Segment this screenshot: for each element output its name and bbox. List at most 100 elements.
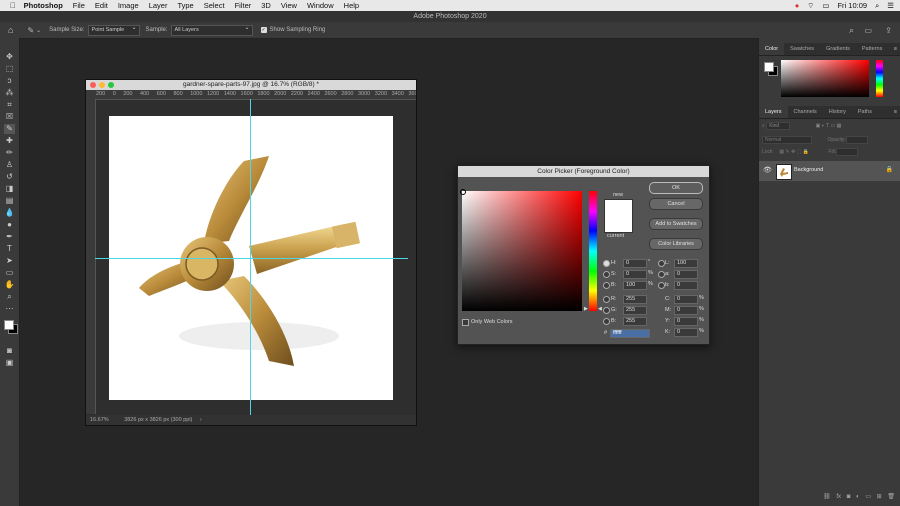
chevron-right-icon[interactable]: › [200, 417, 202, 423]
crop-tool-icon[interactable]: ⌗ [4, 100, 15, 110]
battery-icon[interactable]: ▭ [822, 1, 829, 10]
show-ring-checkbox[interactable]: ✓ [260, 27, 267, 33]
layer-lock-icon[interactable]: 🔒 [886, 166, 893, 173]
workspace-icon[interactable]: ▭ [864, 26, 872, 35]
delete-layer-icon[interactable]: 🗑 [887, 494, 895, 500]
minimize-dot[interactable] [99, 82, 105, 88]
menu-window[interactable]: Window [307, 1, 334, 10]
search-icon[interactable]: ⌕ [849, 25, 854, 36]
color-field-cursor[interactable] [460, 189, 466, 195]
guide-horizontal[interactable] [95, 258, 408, 259]
visibility-eye-icon[interactable]: 👁 [763, 166, 772, 174]
blue-field[interactable]: 255 [623, 317, 647, 326]
healing-tool-icon[interactable]: ✚ [4, 136, 15, 146]
screen-mode-icon[interactable]: ▣ [4, 358, 15, 368]
chevron-down-icon[interactable]: ⌄ [36, 27, 41, 34]
blur-tool-icon[interactable]: 💧 [4, 208, 15, 218]
lasso-tool-icon[interactable]: ↄ [4, 76, 15, 86]
a-radio[interactable] [658, 271, 665, 278]
filter-pixel-icon[interactable]: ▣ [816, 123, 821, 129]
eyedropper-tool-preset-icon[interactable]: ✎ [27, 26, 34, 35]
spotlight-icon[interactable]: ⌕ [875, 1, 879, 11]
cancel-button[interactable]: Cancel [649, 198, 703, 210]
c-field[interactable]: 0 [674, 295, 698, 304]
layer-row-background[interactable]: 👁 Background 🔒 [759, 161, 900, 181]
frame-tool-icon[interactable]: ☒ [4, 112, 15, 122]
sample-size-select[interactable]: Point Sample [87, 24, 140, 36]
type-tool-icon[interactable]: T [4, 244, 15, 254]
g-field[interactable]: 255 [623, 306, 647, 315]
add-to-swatches-button[interactable]: Add to Swatches [649, 218, 703, 230]
tab-gradients[interactable]: Gradients [820, 43, 856, 55]
y-field[interactable]: 0 [674, 317, 698, 326]
apple-menu-icon[interactable]:  [10, 1, 16, 10]
tab-patterns[interactable]: Patterns [856, 43, 888, 55]
brush-tool-icon[interactable]: ✏ [4, 148, 15, 158]
tab-history[interactable]: History [823, 106, 852, 118]
layers-panel-menu-icon[interactable]: ≡ [894, 106, 897, 118]
tab-paths[interactable]: Paths [852, 106, 878, 118]
lab-b-radio[interactable] [658, 282, 665, 289]
h-radio[interactable] [603, 260, 610, 267]
menu-3d[interactable]: 3D [261, 1, 271, 10]
wifi-icon[interactable]: ⌔ [807, 1, 814, 11]
g-radio[interactable] [603, 307, 610, 314]
l-radio[interactable] [658, 260, 665, 267]
menu-type[interactable]: Type [177, 1, 193, 10]
fx-icon[interactable]: fx [836, 494, 841, 500]
zoom-dot[interactable] [108, 82, 114, 88]
l-field[interactable]: 100 [674, 259, 698, 268]
filter-shape-icon[interactable]: ▭ [830, 123, 835, 129]
link-layers-icon[interactable]: ⛓ [823, 494, 831, 500]
zoom-tool-icon[interactable]: ⌕ [4, 292, 15, 302]
menu-layer[interactable]: Layer [149, 1, 168, 10]
b-field[interactable]: 100 [623, 281, 647, 290]
tab-channels[interactable]: Channels [788, 106, 823, 118]
hex-field[interactable]: ffffff [610, 329, 650, 338]
home-icon[interactable]: ⌂ [8, 25, 13, 35]
vertical-ruler[interactable] [86, 99, 96, 414]
opacity-field[interactable] [845, 136, 868, 144]
more-tools-icon[interactable]: ⋯ [4, 304, 15, 314]
k-field[interactable]: 0 [674, 328, 698, 337]
menu-file[interactable]: File [73, 1, 85, 10]
shape-tool-icon[interactable]: ▭ [4, 268, 15, 278]
color-panel-hue-slider[interactable] [876, 60, 883, 97]
menu-help[interactable]: Help [344, 1, 359, 10]
new-layer-icon[interactable]: ⊞ [877, 494, 882, 500]
lock-all-icon[interactable]: 🔒 [803, 149, 809, 155]
menu-edit[interactable]: Edit [95, 1, 108, 10]
tab-swatches[interactable]: Swatches [784, 43, 820, 55]
r-field[interactable]: 255 [623, 295, 647, 304]
blend-mode-select[interactable]: Normal [762, 136, 813, 144]
menu-filter[interactable]: Filter [235, 1, 252, 10]
b-radio[interactable] [603, 282, 610, 289]
blue-radio[interactable] [603, 318, 610, 325]
hue-slider-left-arrow[interactable]: ▶ [584, 306, 588, 312]
lock-pixels-icon[interactable]: ✎ [785, 149, 789, 155]
ok-button[interactable]: OK [649, 182, 703, 194]
share-icon[interactable]: ⇪ [885, 26, 892, 35]
document-size[interactable]: 3826 px x 3826 px (300 ppi) [124, 417, 192, 423]
menu-view[interactable]: View [281, 1, 297, 10]
document-tab[interactable]: gardner-spare-parts-97.jpg @ 16.7% (RGB/… [86, 80, 416, 90]
r-radio[interactable] [603, 296, 610, 303]
s-radio[interactable] [603, 271, 610, 278]
filter-type-icon[interactable]: T [826, 123, 829, 129]
hue-slider-right-arrow[interactable]: ◀ [598, 306, 602, 312]
creative-cloud-icon[interactable]: ● [795, 1, 800, 10]
s-field[interactable]: 0 [623, 270, 647, 279]
new-group-icon[interactable]: ▭ [865, 494, 871, 500]
filter-adjustment-icon[interactable]: ◐ [822, 123, 825, 129]
eyedropper-tool-icon[interactable]: ✎ [4, 124, 15, 134]
eraser-tool-icon[interactable]: ◨ [4, 184, 15, 194]
hand-tool-icon[interactable]: ✋ [4, 280, 15, 290]
quick-mask-icon[interactable]: ◙ [4, 346, 15, 356]
fill-field[interactable] [836, 148, 859, 156]
panel-menu-icon[interactable]: ≡ [894, 43, 897, 55]
path-selection-tool-icon[interactable]: ➤ [4, 256, 15, 266]
close-dot[interactable] [90, 82, 96, 88]
panel-foreground-swatch[interactable] [764, 62, 774, 72]
zoom-level[interactable]: 16.67% [90, 417, 109, 423]
h-field[interactable]: 0 [623, 259, 647, 268]
